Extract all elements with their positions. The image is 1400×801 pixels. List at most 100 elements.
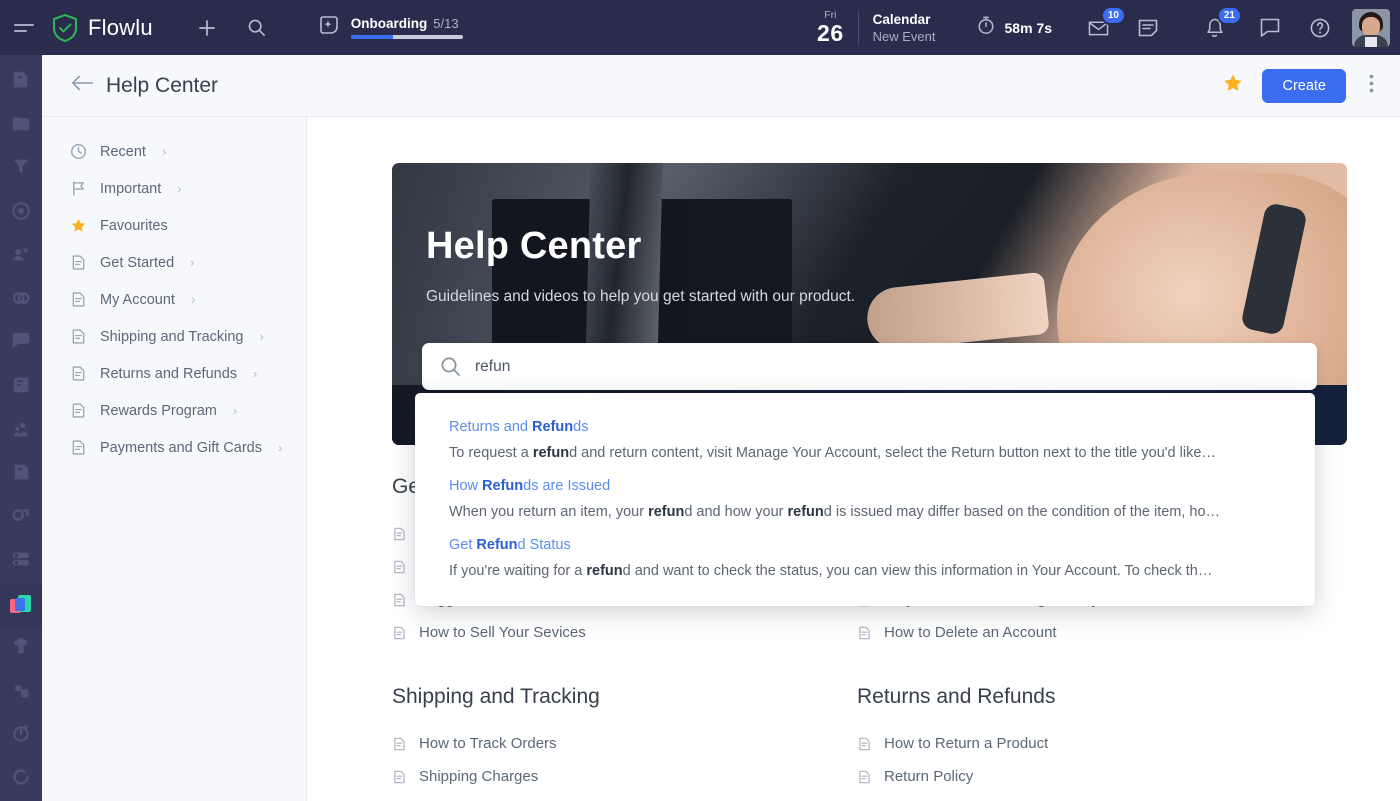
article-link[interactable]: How to Sell Your Sevices <box>392 616 852 649</box>
plus-icon[interactable] <box>187 8 227 48</box>
sidebar-item-favourites[interactable]: Favourites <box>42 207 306 244</box>
calendar-day-number: 26 <box>817 20 844 47</box>
document-icon <box>392 592 407 608</box>
mail-badge: 10 <box>1100 5 1126 25</box>
document-icon <box>70 291 87 308</box>
search-result-item[interactable]: Get Refund Status If you're waiting for a… <box>415 531 1315 590</box>
sidebar-item-label: Rewards Program <box>100 402 217 419</box>
rail-item-invoices[interactable] <box>0 366 42 410</box>
search-icon[interactable] <box>237 8 277 48</box>
calendar-widget[interactable]: Fri 26 Calendar New Event <box>817 10 935 46</box>
mail-icon[interactable]: 10 <box>1078 5 1126 48</box>
rail-item-workflow[interactable] <box>0 496 42 540</box>
sidebar-item-important[interactable]: Important › <box>42 170 306 207</box>
rail-item-deals[interactable] <box>0 61 42 105</box>
article-link[interactable]: How to Return a Product <box>857 727 1317 760</box>
hero-title: Help Center <box>426 225 642 267</box>
cycle-icon <box>10 766 32 793</box>
search-result-description: To request a refund and return content, … <box>449 445 1216 461</box>
search-result-item[interactable]: How Refunds are Issued When you return an… <box>415 472 1315 531</box>
document-icon <box>857 736 872 752</box>
rail-item-team[interactable] <box>0 409 42 453</box>
chevron-right-icon: › <box>278 440 283 455</box>
brand-name: Flowlu <box>88 14 153 40</box>
notes-icon[interactable] <box>1128 8 1168 48</box>
search-box[interactable] <box>422 343 1317 390</box>
rail-item-user-tasks[interactable] <box>0 670 42 714</box>
workflow-icon <box>10 505 32 532</box>
sidebar-item-label: Important <box>100 180 162 197</box>
rail-item-toggles[interactable] <box>0 540 42 584</box>
calendar-date: Fri 26 <box>817 10 844 46</box>
avatar[interactable] <box>1352 8 1390 47</box>
rail-item-chat-bubble[interactable] <box>0 322 42 366</box>
sidebar-item-label: Shipping and Tracking <box>100 328 244 345</box>
team-icon <box>10 418 32 445</box>
sidebar-item-payments-and-gift-cards[interactable]: Payments and Gift Cards › <box>42 429 306 466</box>
clock-icon <box>70 143 87 160</box>
sidebar-item-rewards-program[interactable]: Rewards Program › <box>42 392 306 429</box>
rail-item-finance[interactable] <box>0 192 42 236</box>
article-section: Shipping and Tracking How to Track Orders… <box>392 685 852 793</box>
rail-item-contacts[interactable] <box>0 235 42 279</box>
sidebar-item-label: Returns and Refunds <box>100 365 238 382</box>
create-button[interactable]: Create <box>1262 68 1346 103</box>
onboarding-widget[interactable]: Onboarding 5/13 <box>317 13 463 42</box>
more-vertical-icon[interactable] <box>1364 74 1378 98</box>
search-result-title: Returns and Refunds <box>449 419 589 435</box>
section-heading: Returns and Refunds <box>857 685 1056 708</box>
document-icon <box>392 736 407 752</box>
rail-item-projects[interactable] <box>0 105 42 149</box>
article-link[interactable]: Shipping Charges <box>392 760 852 793</box>
toggles-icon <box>10 548 32 575</box>
projects-icon <box>10 113 32 140</box>
article-link[interactable]: How to Delete an Account <box>857 616 1317 649</box>
sidebar-item-get-started[interactable]: Get Started › <box>42 244 306 281</box>
calendar-day-of-week: Fri <box>824 8 837 21</box>
sidebar-item-returns-and-refunds[interactable]: Returns and Refunds › <box>42 355 306 392</box>
rail-item-time-tracking[interactable] <box>0 714 42 758</box>
rail-item-knowledge-base[interactable] <box>0 627 42 671</box>
arrow-left-icon[interactable] <box>70 74 96 98</box>
rail-item-link[interactable] <box>0 279 42 323</box>
section-heading: Shipping and Tracking <box>392 685 600 708</box>
onboarding-progress-text: 5/13 <box>433 16 459 31</box>
rail-item-inbox[interactable] <box>0 453 42 497</box>
document-icon <box>70 365 87 382</box>
rail-item-funnel[interactable] <box>0 148 42 192</box>
timer-widget[interactable]: 58m 7s <box>976 15 1052 40</box>
document-icon <box>70 328 87 345</box>
calendar-subtitle: New Event <box>872 28 936 44</box>
chat-icon[interactable] <box>1250 8 1290 48</box>
page-title: Help Center <box>106 73 219 97</box>
chat-bubble-icon <box>10 330 32 357</box>
search-result-item[interactable]: Returns and Refunds To request a refund a… <box>415 413 1315 472</box>
chevron-right-icon: › <box>161 144 167 159</box>
article-link[interactable]: How to Track Orders <box>392 727 852 760</box>
sidebar-item-my-account[interactable]: My Account › <box>42 281 306 318</box>
sidebar-item-label: Payments and Gift Cards <box>100 439 262 456</box>
rail-item-cycle[interactable] <box>0 758 42 801</box>
sparkle-icon <box>317 13 341 42</box>
search-input[interactable] <box>475 357 1299 376</box>
bell-icon[interactable]: 21 <box>1194 5 1242 48</box>
hamburger-icon[interactable] <box>14 23 36 32</box>
article-link[interactable]: Return Policy <box>857 760 1317 793</box>
knowledge-base-icon <box>10 635 32 662</box>
sidebar-item-label: Get Started <box>100 254 175 271</box>
timer-value: 58m 7s <box>1004 19 1052 36</box>
question-circle-icon[interactable] <box>1300 8 1340 48</box>
sidebar-item-shipping-and-tracking[interactable]: Shipping and Tracking › <box>42 318 306 355</box>
inbox-icon <box>10 461 32 488</box>
rail-item-app-logo[interactable] <box>0 583 42 627</box>
onboarding-progress-bar <box>350 35 463 39</box>
sidebar-item-label: Recent <box>100 143 146 160</box>
bell-badge: 21 <box>1216 5 1242 25</box>
brand[interactable]: Flowlu <box>52 13 153 42</box>
search-result-description: If you're waiting for a refund and want … <box>449 563 1213 580</box>
sidebar-item-recent[interactable]: Recent › <box>42 133 306 170</box>
app-logo-icon <box>10 595 32 615</box>
star-icon[interactable] <box>1222 72 1244 100</box>
divider <box>857 10 859 45</box>
